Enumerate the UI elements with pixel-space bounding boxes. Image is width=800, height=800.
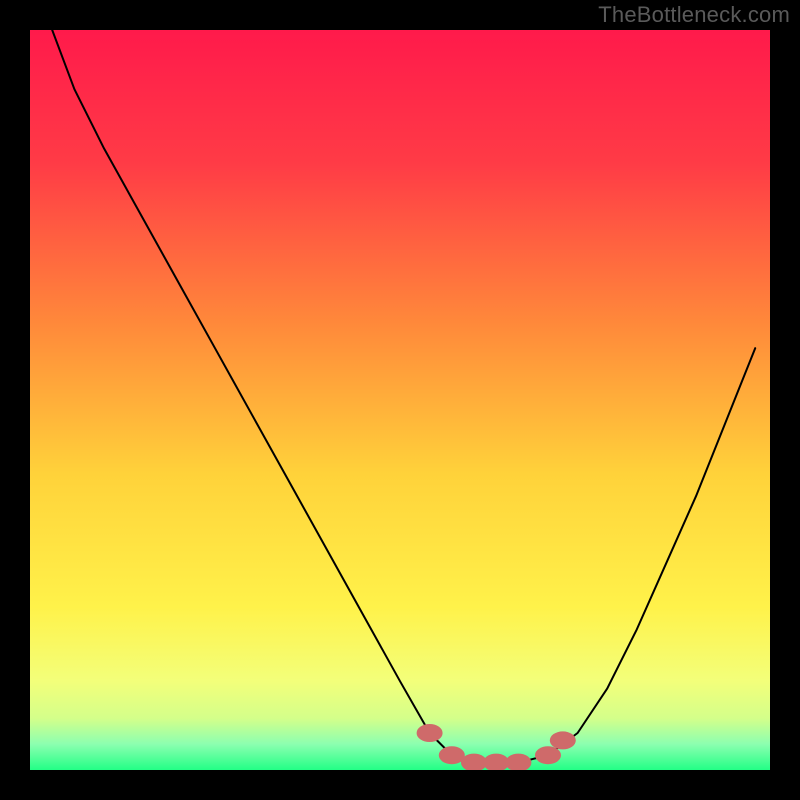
marker-point	[550, 731, 576, 749]
chart-svg	[30, 30, 770, 770]
marker-point	[535, 746, 561, 764]
gradient-background	[30, 30, 770, 770]
chart-frame: TheBottleneck.com	[0, 0, 800, 800]
marker-point	[439, 746, 465, 764]
marker-point	[417, 724, 443, 742]
watermark-text: TheBottleneck.com	[598, 2, 790, 28]
plot-area	[30, 30, 770, 770]
